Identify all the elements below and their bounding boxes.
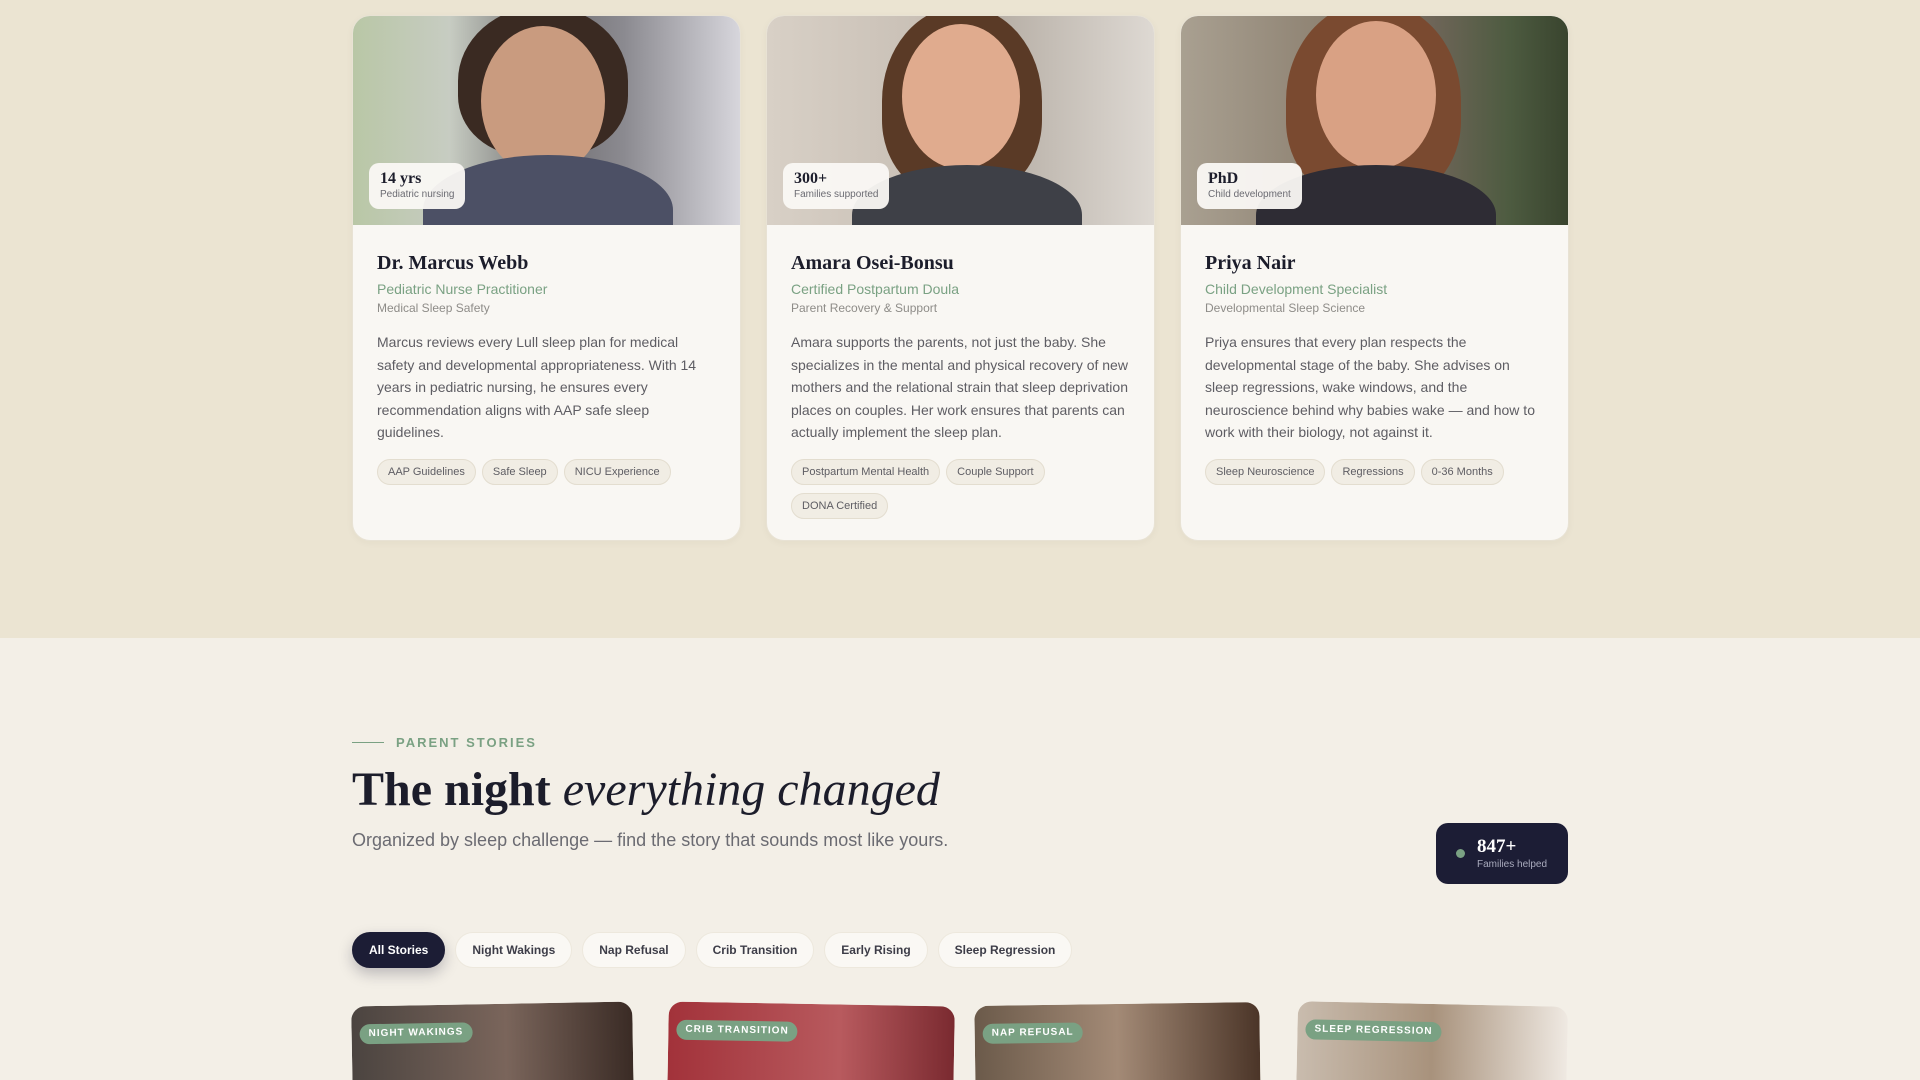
expert-card: PhD Child development Priya Nair Child D… bbox=[1180, 15, 1569, 541]
stories-section-background bbox=[0, 638, 1920, 1080]
expert-tag: DONA Certified bbox=[791, 492, 889, 519]
expert-tag: Safe Sleep bbox=[481, 458, 558, 485]
story-card[interactable]: SLEEP REGRESSION bbox=[1295, 1001, 1569, 1080]
stat-label: Pediatric nursing bbox=[380, 189, 455, 200]
filter-early-rising[interactable]: Early Rising bbox=[824, 932, 928, 968]
expert-tags: Sleep Neuroscience Regressions 0-36 Mont… bbox=[1205, 458, 1544, 485]
expert-photo: 14 yrs Pediatric nursing bbox=[353, 16, 740, 225]
experience-badge: 14 yrs Pediatric nursing bbox=[369, 163, 466, 209]
story-category-tag: SLEEP REGRESSION bbox=[1305, 1019, 1442, 1043]
filter-crib-transition[interactable]: Crib Transition bbox=[695, 932, 815, 968]
stat-value: 300+ bbox=[794, 170, 828, 187]
story-category-tag: NIGHT WAKINGS bbox=[359, 1022, 473, 1045]
headline-italic: everything changed bbox=[562, 763, 940, 816]
expert-tags: AAP Guidelines Safe Sleep NICU Experienc… bbox=[377, 458, 716, 485]
story-card[interactable]: CRIB TRANSITION bbox=[667, 1001, 955, 1080]
expert-role: Pediatric Nurse Practitioner bbox=[377, 281, 548, 297]
eyebrow-label: PARENT STORIES bbox=[396, 735, 537, 750]
expert-name: Amara Osei-Bonsu bbox=[791, 252, 954, 274]
eyebrow-line bbox=[352, 742, 384, 743]
expert-card: 14 yrs Pediatric nursing Dr. Marcus Webb… bbox=[352, 15, 741, 541]
headline-plain: The night bbox=[352, 763, 563, 816]
stat-value: PhD bbox=[1208, 170, 1239, 187]
expert-focus: Medical Sleep Safety bbox=[377, 301, 490, 315]
expert-photo: PhD Child development bbox=[1181, 16, 1568, 225]
section-subtitle: Organized by sleep challenge — find the … bbox=[352, 830, 949, 850]
filter-all-stories[interactable]: All Stories bbox=[352, 932, 446, 968]
filter-sleep-regression[interactable]: Sleep Regression bbox=[937, 932, 1073, 968]
expert-tag: Sleep Neuroscience bbox=[1205, 458, 1326, 485]
expert-name: Dr. Marcus Webb bbox=[377, 252, 529, 274]
expert-tag: Postpartum Mental Health bbox=[791, 458, 941, 485]
expert-bio: Marcus reviews every Lull sleep plan for… bbox=[377, 334, 697, 441]
expert-bio: Priya ensures that every plan respects t… bbox=[1205, 334, 1535, 441]
expert-focus: Parent Recovery & Support bbox=[791, 301, 938, 315]
expert-tags: Postpartum Mental Health Couple Support … bbox=[791, 458, 1130, 519]
families-label: Families helped bbox=[1477, 858, 1548, 870]
families-helped-badge: 847+ Families helped bbox=[1436, 823, 1568, 884]
filter-night-wakings[interactable]: Night Wakings bbox=[455, 932, 573, 968]
expert-focus: Developmental Sleep Science bbox=[1205, 301, 1366, 315]
expert-role: Certified Postpartum Doula bbox=[791, 281, 960, 297]
expert-tag: 0-36 Months bbox=[1420, 458, 1504, 485]
expert-name: Priya Nair bbox=[1205, 252, 1296, 274]
section-eyebrow: PARENT STORIES bbox=[352, 735, 537, 750]
status-dot-icon bbox=[1456, 849, 1465, 858]
story-card[interactable]: NIGHT WAKINGS bbox=[351, 1001, 634, 1080]
filter-nap-refusal[interactable]: Nap Refusal bbox=[582, 932, 686, 968]
expert-card: 300+ Families supported Amara Osei-Bonsu… bbox=[766, 15, 1155, 541]
families-supported-badge: 300+ Families supported bbox=[783, 163, 890, 209]
section-headline: The night everything changed bbox=[352, 760, 940, 820]
expert-tag: NICU Experience bbox=[563, 458, 671, 485]
expert-tag: Couple Support bbox=[946, 458, 1045, 485]
stat-label: Child development bbox=[1208, 189, 1291, 200]
stat-label: Families supported bbox=[794, 189, 879, 200]
expert-tag: AAP Guidelines bbox=[377, 458, 476, 485]
credential-badge: PhD Child development bbox=[1197, 163, 1302, 209]
expert-photo: 300+ Families supported bbox=[767, 16, 1154, 225]
story-filter-bar: All Stories Night Wakings Nap Refusal Cr… bbox=[352, 932, 1073, 968]
story-category-tag: CRIB TRANSITION bbox=[676, 1019, 798, 1042]
families-count: 847+ bbox=[1477, 835, 1517, 857]
story-category-tag: NAP REFUSAL bbox=[982, 1022, 1083, 1044]
expert-tag: Regressions bbox=[1331, 458, 1415, 485]
expert-bio: Amara supports the parents, not just the… bbox=[791, 334, 1128, 441]
expert-role: Child Development Specialist bbox=[1205, 281, 1388, 297]
stat-value: 14 yrs bbox=[380, 170, 422, 187]
story-card[interactable]: NAP REFUSAL bbox=[974, 1002, 1261, 1080]
